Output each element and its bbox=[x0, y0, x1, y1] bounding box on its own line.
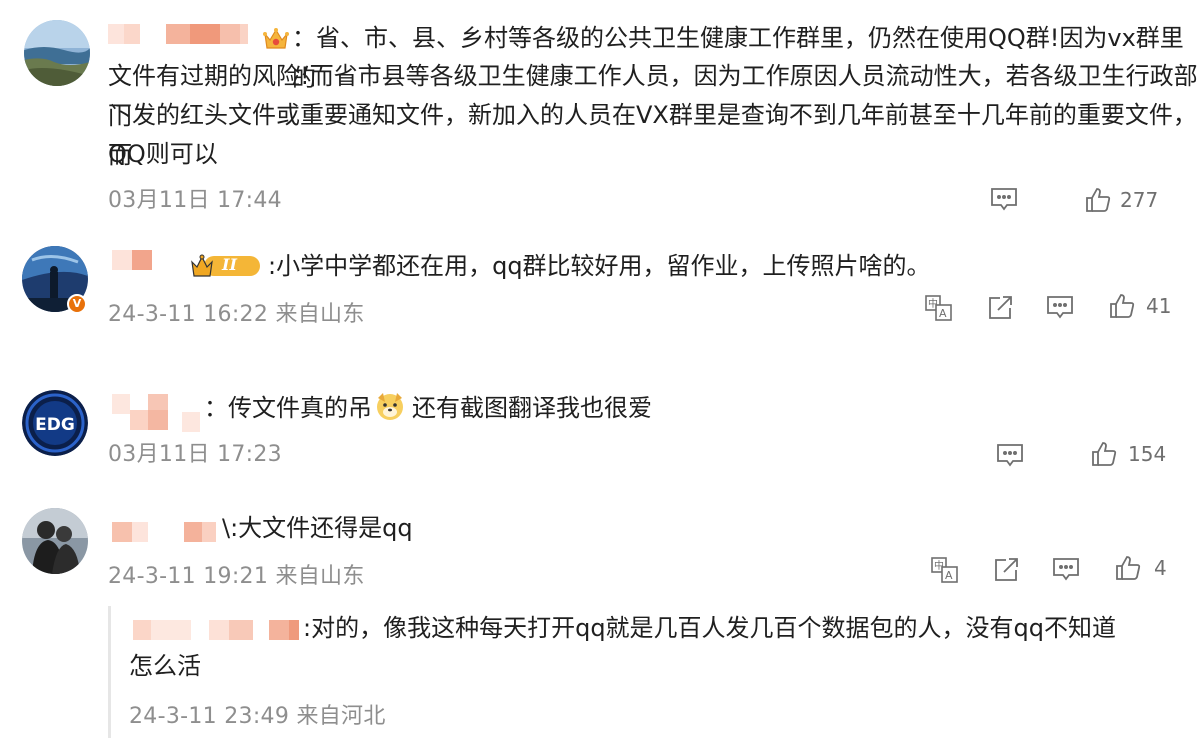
username-redacted[interactable] bbox=[112, 392, 208, 432]
like-button[interactable]: 154 bbox=[1090, 440, 1166, 468]
membership-badge: II bbox=[190, 252, 264, 280]
comment-text-line: 下发的红头文件或重要通知文件，新加入的人员在VX群里是查询不到几年前甚至十几年前… bbox=[108, 101, 1197, 169]
thumbs-up-icon bbox=[1116, 556, 1141, 580]
avatar[interactable]: EDG bbox=[22, 390, 88, 456]
share-button[interactable] bbox=[992, 556, 1020, 584]
like-button[interactable]: 41 bbox=[1108, 292, 1171, 320]
comment-text: :小学中学都还在用，qq群比较好用，留作业，上传照片啥的。 bbox=[268, 252, 931, 280]
comment-text-line: QQ则可以 bbox=[108, 140, 218, 168]
like-count: 154 bbox=[1128, 442, 1167, 466]
share-icon bbox=[989, 296, 1012, 319]
thumbs-up-icon bbox=[1110, 294, 1135, 318]
badge-level: II bbox=[222, 255, 237, 274]
svg-text:EDG: EDG bbox=[35, 415, 75, 435]
like-count: 277 bbox=[1120, 188, 1159, 212]
username-redacted[interactable] bbox=[112, 250, 162, 272]
translate-button[interactable]: 中 A bbox=[924, 294, 954, 322]
comment-time: 03月11日 17:44 bbox=[108, 188, 282, 213]
like-count: 41 bbox=[1146, 294, 1172, 318]
verified-icon: V bbox=[67, 294, 87, 314]
comment-4: \:大文件还得是qq 24-3-11 19:21 来自山东 中 A 4 bbox=[0, 500, 1200, 600]
reply-button[interactable] bbox=[1046, 294, 1074, 320]
username-redacted[interactable] bbox=[133, 620, 303, 642]
comment-time: 24-3-11 16:22 来自山东 bbox=[108, 302, 365, 327]
reply-button[interactable] bbox=[990, 186, 1018, 212]
thumbs-up-icon bbox=[1092, 442, 1117, 466]
svg-text:A: A bbox=[939, 307, 947, 320]
reply-text-line: 怎么活 bbox=[129, 652, 201, 680]
thumbs-up-icon bbox=[1086, 188, 1111, 212]
avatar[interactable] bbox=[22, 508, 88, 574]
share-icon bbox=[995, 558, 1018, 581]
comment-time: 24-3-11 19:21 来自山东 bbox=[108, 564, 365, 589]
comment-text: ：传文件真的吊 bbox=[204, 394, 372, 422]
comment-3: EDG ：传文件真的吊 还有截图翻译我也很爱 03月11日 17:23 154 bbox=[0, 380, 1200, 490]
reply-button[interactable] bbox=[1052, 556, 1080, 582]
comment-icon bbox=[1053, 558, 1079, 581]
reply-thread: :对的，像我这种每天打开qq就是几百人发几百个数据包的人，没有qq不知道 怎么活… bbox=[108, 606, 1200, 738]
comment-icon bbox=[1047, 296, 1073, 319]
reply-button[interactable] bbox=[996, 442, 1024, 468]
comment-2: V II :小学中学都还在用，qq群比较好用，留作业，上传照片啥的。 24-3-… bbox=[0, 236, 1200, 350]
comment-text: 还有截图翻译我也很爱 bbox=[412, 394, 652, 422]
reply-text-line: :对的，像我这种每天打开qq就是几百人发几百个数据包的人，没有qq不知道 bbox=[303, 614, 1117, 642]
like-button[interactable]: 277 bbox=[1084, 186, 1158, 214]
avatar[interactable] bbox=[24, 20, 90, 86]
translate-icon: 中 A bbox=[925, 295, 952, 321]
username-redacted[interactable] bbox=[112, 520, 228, 542]
username-redacted[interactable] bbox=[108, 22, 258, 44]
like-count: 4 bbox=[1154, 556, 1167, 580]
crown-icon bbox=[262, 26, 290, 56]
share-button[interactable] bbox=[986, 294, 1014, 322]
comment-1: ：省、市、县、乡村等各级的公共卫生健康工作群里，仍然在使用QQ群!因为vx群里的… bbox=[0, 0, 1200, 236]
dog-emoji-icon bbox=[374, 390, 406, 426]
comment-icon bbox=[997, 444, 1023, 467]
like-button[interactable]: 4 bbox=[1114, 554, 1167, 582]
comment-icon bbox=[991, 188, 1017, 211]
svg-text:A: A bbox=[945, 569, 953, 582]
comment-time: 03月11日 17:23 bbox=[108, 442, 282, 467]
translate-icon: 中 A bbox=[931, 557, 958, 583]
translate-button[interactable]: 中 A bbox=[930, 556, 960, 584]
reply-time: 24-3-11 23:49 来自河北 bbox=[129, 704, 386, 729]
comment-text: \:大文件还得是qq bbox=[222, 514, 413, 542]
